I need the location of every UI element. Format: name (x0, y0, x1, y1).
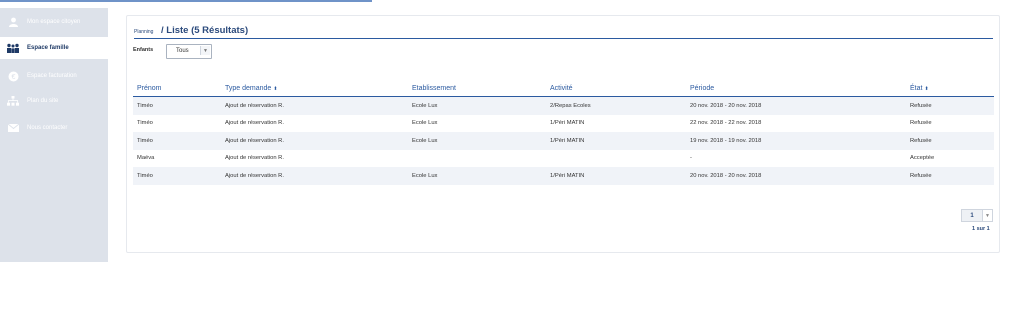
cell-etablissement: Ecole Lux (408, 132, 546, 150)
cell-activite: 1/Péri MATIN (550, 120, 585, 127)
breadcrumb-separator: / (161, 25, 164, 36)
svg-text:€: € (11, 74, 15, 81)
sidebar-item-label: Plan du site (27, 98, 59, 104)
user-icon (6, 16, 20, 28)
sidebar-item-label: Espace facturation (27, 73, 77, 79)
table-row[interactable]: Timéo Ajout de réservation R. Ecole Lux … (133, 96, 994, 115)
euro-icon: € (6, 70, 20, 82)
sidebar: Mon espace citoyen Espace famille € Espa… (0, 8, 108, 262)
page-title-text: Liste (5 Résultats) (166, 25, 249, 36)
column-header-prenom: Prénom (133, 83, 221, 97)
cell-etablissement (408, 150, 546, 168)
cell-etat: Refusée (906, 96, 994, 115)
cell-etat: Refusée (910, 120, 932, 127)
sidebar-item-espace-famille[interactable]: Espace famille (0, 37, 108, 59)
column-header-etablissement: Etablissement (408, 83, 546, 97)
table-row[interactable]: Timéo Ajout de réservation R. Ecole Lux … (133, 132, 994, 150)
column-header-activite: Activité (546, 83, 686, 97)
cell-type-demande: Ajout de réservation R. (225, 120, 284, 127)
cell-etat: Acceptée (910, 155, 935, 162)
cell-prenom: Timéo (133, 96, 221, 115)
cell-activite (546, 150, 686, 168)
family-icon (6, 42, 20, 54)
filter-label: Enfants (133, 47, 154, 53)
column-header-etat[interactable]: État ⬍ (906, 83, 994, 97)
cell-etablissement: Ecole Lux (408, 96, 546, 115)
children-filter-select[interactable]: Tous ▼ (166, 44, 212, 59)
page-title: / Liste (5 Résultats) (161, 25, 248, 36)
table-row[interactable]: Maéva Ajout de réservation R. - Acceptée (133, 150, 994, 168)
envelope-icon (6, 122, 20, 134)
sort-icon[interactable]: ⬍ (273, 86, 277, 92)
table-row[interactable]: Timéo Ajout de réservation R. Ecole Lux … (133, 115, 994, 133)
page-select[interactable]: 1 (961, 209, 983, 222)
cell-type-demande: Ajout de réservation R. (221, 167, 408, 185)
cell-type-demande: Ajout de réservation R. (221, 132, 408, 150)
column-header-periode: Période (686, 83, 906, 97)
cell-prenom: Timéo (133, 132, 221, 150)
requests-table: Prénom Type demande ⬍ Etablissement Activ… (133, 83, 994, 185)
pagination: 1 ▼ (961, 209, 993, 222)
main-panel: Planning / Liste (5 Résultats) Enfants T… (126, 15, 1000, 253)
cell-activite: 1/Péri MATIN (546, 132, 686, 150)
cell-periode: 22 nov. 2018 - 22 nov. 2018 (690, 120, 762, 127)
cell-periode: 19 nov. 2018 - 19 nov. 2018 (686, 132, 906, 150)
cell-etablissement: Ecole Lux (412, 120, 438, 127)
cell-etat: Refusée (906, 167, 994, 185)
sidebar-item-label: Nous contacter (27, 125, 68, 131)
breadcrumb[interactable]: Planning (134, 29, 153, 35)
cell-etat: Refusée (906, 132, 994, 150)
table-header-row: Prénom Type demande ⬍ Etablissement Activ… (133, 83, 994, 97)
cell-type-demande: Ajout de réservation R. (221, 96, 408, 115)
chevron-down-icon[interactable]: ▼ (983, 209, 993, 222)
cell-prenom: Timéo (137, 120, 153, 127)
sidebar-item-espace-facturation[interactable]: € Espace facturation (0, 65, 108, 87)
cell-periode: - (690, 155, 692, 162)
top-accent-line (0, 0, 372, 2)
sidebar-item-plan-du-site[interactable]: Plan du site (0, 90, 108, 112)
sidebar-item-label: Espace famille (27, 45, 69, 51)
pagination-info: 1 sur 1 (972, 226, 990, 232)
cell-activite: 1/Péri MATIN (546, 167, 686, 185)
cell-etablissement: Ecole Lux (408, 167, 546, 185)
table-row[interactable]: Timéo Ajout de réservation R. Ecole Lux … (133, 167, 994, 185)
sort-icon[interactable]: ⬍ (924, 86, 928, 92)
sidebar-item-nous-contacter[interactable]: Nous contacter (0, 117, 108, 139)
cell-prenom: Maéva (137, 155, 155, 162)
cell-periode: 20 nov. 2018 - 20 nov. 2018 (686, 167, 906, 185)
sidebar-item-espace-citoyen[interactable]: Mon espace citoyen (0, 11, 108, 33)
sidebar-item-label: Mon espace citoyen (27, 19, 81, 25)
page-header: Planning / Liste (5 Résultats) (134, 24, 993, 39)
column-header-type-demande[interactable]: Type demande ⬍ (221, 83, 408, 97)
chevron-down-icon[interactable]: ▼ (200, 46, 210, 55)
cell-prenom: Timéo (133, 167, 221, 185)
cell-type-demande: Ajout de réservation R. (225, 155, 284, 162)
cell-periode: 20 nov. 2018 - 20 nov. 2018 (686, 96, 906, 115)
filter-value: Tous (176, 48, 189, 54)
sitemap-icon (6, 95, 20, 107)
cell-activite: 2/Repas Ecoles (546, 96, 686, 115)
